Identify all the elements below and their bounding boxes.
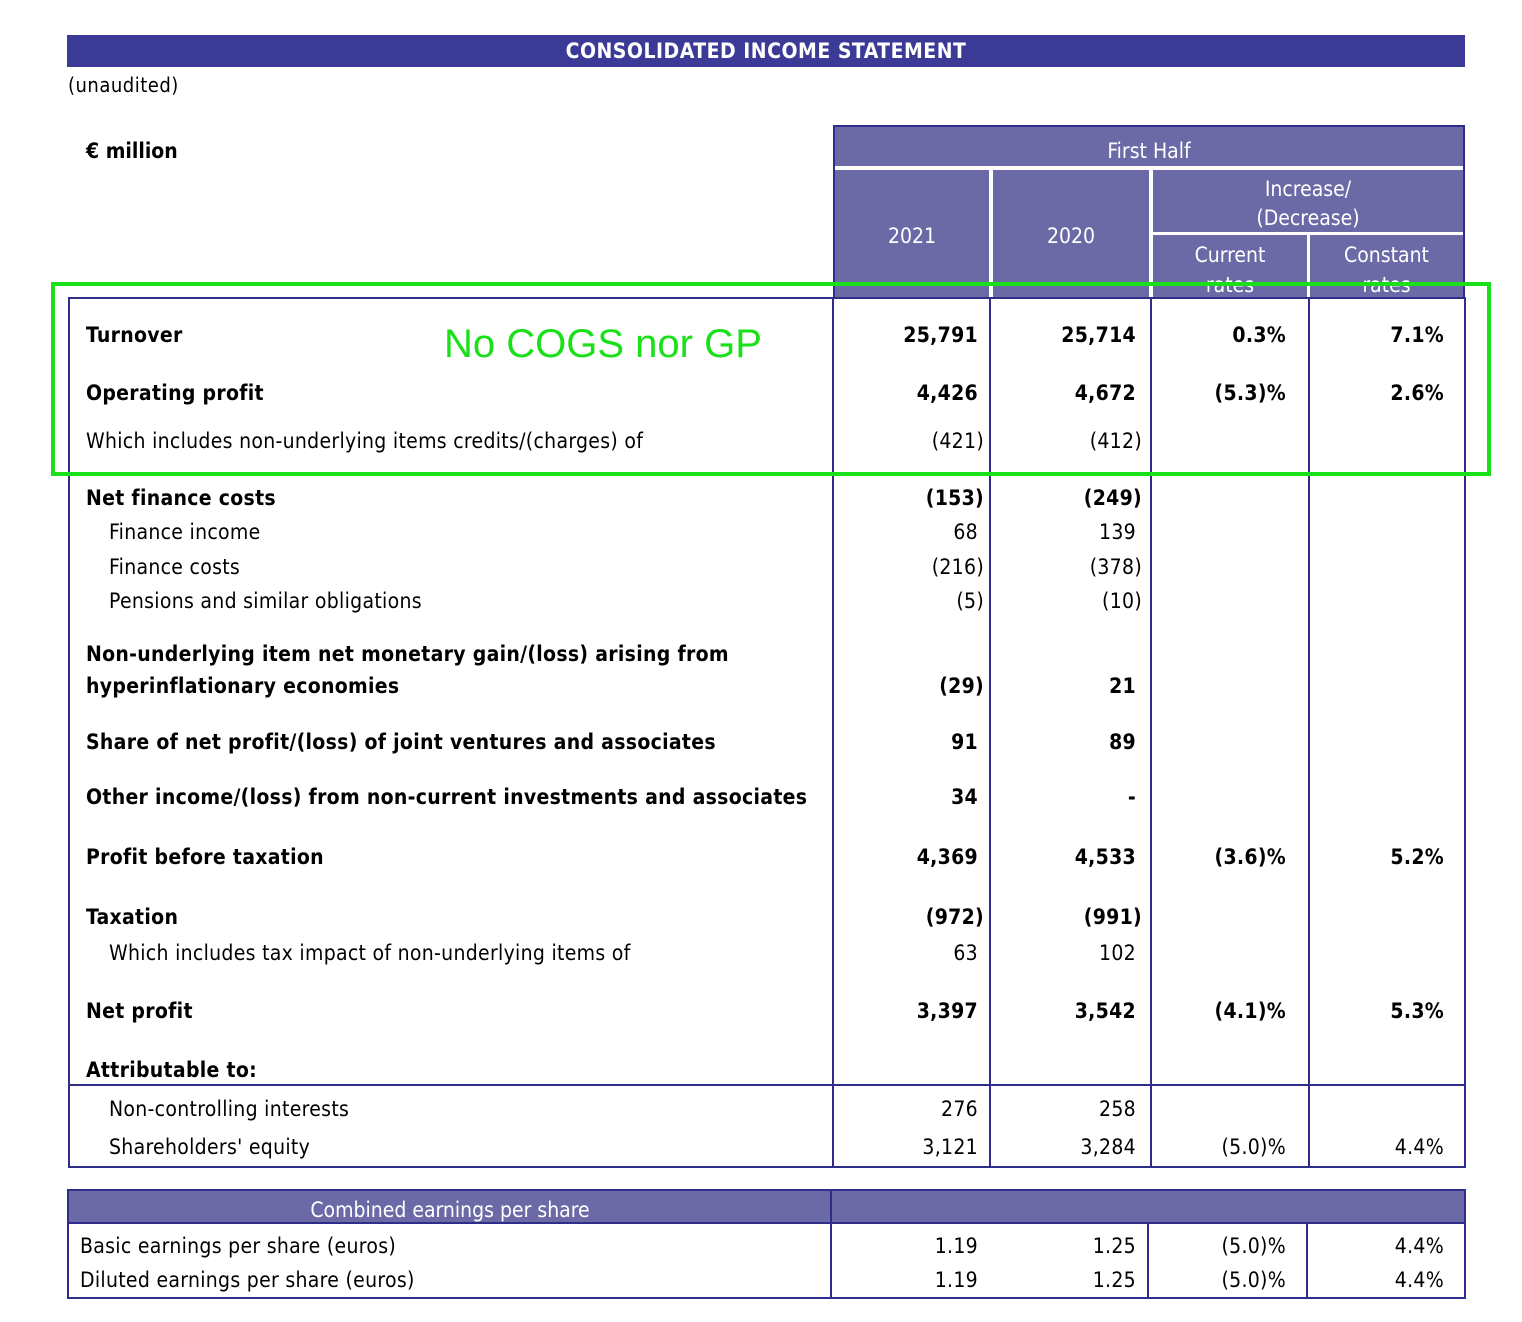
annotation-text: No COGS nor GP: [444, 322, 762, 366]
value-2021: 34: [951, 785, 978, 809]
value-2021: 1.19: [934, 1268, 978, 1292]
value-current: (5.0)%: [1221, 1135, 1286, 1159]
row-label: Net profit: [86, 999, 193, 1023]
row-label: Attributable to:: [86, 1058, 257, 1082]
value-2020: 3,542: [1074, 999, 1136, 1023]
header-constant-rates: Constant: [1344, 243, 1429, 267]
row-label: Finance income: [109, 520, 261, 544]
value-2021: 4,369: [916, 845, 978, 869]
row-label: hyperinflationary economies: [86, 674, 400, 698]
row-label: Non-underlying item net monetary gain/(l…: [86, 642, 729, 666]
value-2020: (378): [1089, 555, 1142, 579]
row-label: Other income/(loss) from non-current inv…: [86, 785, 808, 809]
value-2021: (5): [956, 589, 984, 613]
value-2020: 89: [1109, 730, 1136, 754]
value-2021: 63: [953, 941, 978, 965]
row-label: Diluted earnings per share (euros): [80, 1268, 415, 1292]
value-2020: 4,533: [1074, 845, 1136, 869]
highlight-box: [51, 282, 1491, 476]
value-2020: -: [1127, 785, 1136, 809]
value-2021: 3,121: [922, 1135, 978, 1159]
value-constant: 4.4%: [1394, 1234, 1444, 1258]
eps-header-divider: [67, 1222, 1466, 1224]
value-2020: 3,284: [1080, 1135, 1136, 1159]
value-2020: 1.25: [1092, 1268, 1136, 1292]
row-label: Profit before taxation: [86, 845, 324, 869]
statement-title: CONSOLIDATED INCOME STATEMENT: [67, 35, 1465, 67]
row-label: Net finance costs: [86, 486, 276, 510]
row-label: Shareholders' equity: [109, 1135, 311, 1159]
header-increase: Increase/: [1264, 177, 1352, 201]
header-2020: 2020: [1046, 224, 1096, 248]
row-label: Share of net profit/(loss) of joint vent…: [86, 730, 716, 754]
row-label: Basic earnings per share (euros): [80, 1234, 397, 1258]
value-2020: 102: [1099, 941, 1136, 965]
unit-label: € million: [86, 139, 178, 163]
value-current: (4.1)%: [1214, 999, 1286, 1023]
value-2020: 258: [1099, 1097, 1136, 1121]
eps-col-divider: [830, 1189, 832, 1299]
value-current: (5.0)%: [1221, 1268, 1286, 1292]
value-constant: 4.4%: [1394, 1135, 1444, 1159]
value-2021: 3,397: [916, 999, 978, 1023]
row-label: Pensions and similar obligations: [109, 589, 422, 613]
value-current: (3.6)%: [1214, 845, 1286, 869]
value-2020: (249): [1083, 486, 1142, 510]
row-label: Which includes tax impact of non-underly…: [109, 941, 631, 965]
row-label: Finance costs: [109, 555, 241, 579]
value-2020: 1.25: [1092, 1234, 1136, 1258]
value-2021: (29): [939, 674, 984, 698]
value-constant: 4.4%: [1394, 1268, 1444, 1292]
eps-col-divider: [1306, 1222, 1308, 1299]
value-2021: (972): [925, 905, 984, 929]
value-2021: (216): [931, 555, 984, 579]
header-current-rates: Current: [1194, 243, 1266, 267]
attributable-divider: [68, 1084, 1466, 1086]
value-2021: (153): [925, 486, 984, 510]
header-2021: 2021: [887, 224, 937, 248]
value-2020: (991): [1083, 905, 1142, 929]
unaudited-note: (unaudited): [68, 73, 179, 97]
value-2021: 91: [951, 730, 978, 754]
value-constant: 5.2%: [1390, 845, 1444, 869]
value-2021: 1.19: [934, 1234, 978, 1258]
value-2021: 68: [953, 520, 978, 544]
value-2021: 276: [941, 1097, 978, 1121]
row-label: Taxation: [86, 905, 179, 929]
value-2020: 139: [1099, 520, 1136, 544]
value-2020: 21: [1109, 674, 1136, 698]
header-decrease: (Decrease): [1256, 206, 1360, 230]
row-label: Non-controlling interests: [109, 1097, 350, 1121]
eps-col-divider: [1147, 1222, 1149, 1299]
value-2020: (10): [1102, 589, 1142, 613]
value-current: (5.0)%: [1221, 1234, 1286, 1258]
value-constant: 5.3%: [1390, 999, 1444, 1023]
header-first-half: First Half: [1107, 139, 1191, 163]
